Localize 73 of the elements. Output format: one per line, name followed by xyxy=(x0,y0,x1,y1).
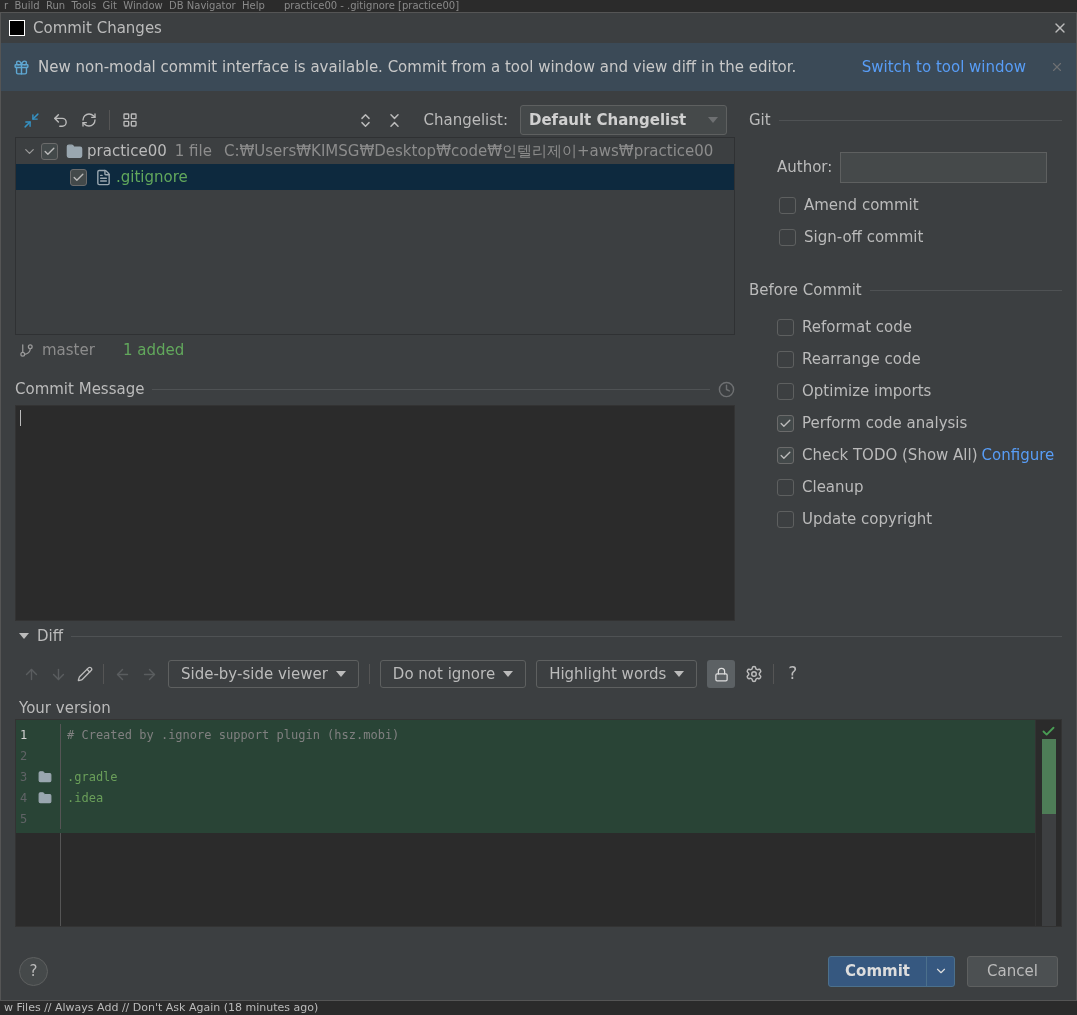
refresh-icon[interactable] xyxy=(81,112,97,128)
ignore-dropdown[interactable]: Do not ignore xyxy=(379,660,527,688)
window-title: Commit Changes xyxy=(33,17,162,39)
checkbox[interactable] xyxy=(41,142,58,160)
tree-item-label: .gitignore xyxy=(116,166,188,188)
folder-icon xyxy=(66,142,83,160)
lock-button[interactable] xyxy=(707,660,736,688)
section-title: Git xyxy=(749,109,771,131)
section-title: Commit Message xyxy=(15,378,145,400)
checkbox[interactable] xyxy=(777,414,794,432)
lock-icon xyxy=(713,666,729,682)
cancel-button[interactable]: Cancel xyxy=(967,955,1058,987)
checkbox[interactable] xyxy=(777,382,794,400)
checkbox[interactable] xyxy=(777,510,794,528)
checkbox[interactable] xyxy=(777,478,794,496)
code-line: .gradle xyxy=(66,768,118,786)
help-button[interactable]: ? xyxy=(784,661,802,687)
branch-icon xyxy=(19,342,34,358)
author-label: Author: xyxy=(777,156,833,178)
checkbox[interactable] xyxy=(779,228,796,246)
viewer-dropdown[interactable]: Side-by-side viewer xyxy=(168,660,359,688)
checkbox[interactable] xyxy=(779,196,796,214)
option-label[interactable]: Reformat code xyxy=(802,315,912,339)
option-label[interactable]: Cleanup xyxy=(802,475,864,499)
commit-button[interactable]: Commit xyxy=(828,955,955,987)
changelist-dropdown[interactable]: Default Changelist xyxy=(520,105,727,135)
highlight-dropdown[interactable]: Highlight words xyxy=(536,660,698,688)
author-input[interactable] xyxy=(840,151,1048,183)
checkbox[interactable] xyxy=(777,350,794,368)
tree-item-label: practice00 xyxy=(87,140,167,162)
option-label[interactable]: Sign-off commit xyxy=(804,225,924,249)
option-label[interactable]: Perform code analysis xyxy=(802,411,968,435)
collapse-triangle-icon[interactable] xyxy=(19,633,29,639)
option-label[interactable]: Amend commit xyxy=(804,193,919,217)
file-path: C:₩Users₩KIMSG₩Desktop₩code₩인텔리제이+aws₩practice00 xyxy=(223,140,714,162)
checkbox[interactable] xyxy=(777,318,794,336)
file-count: 1 file xyxy=(174,140,212,162)
move-icon[interactable] xyxy=(23,111,40,129)
commit-message-input[interactable] xyxy=(15,405,735,621)
background-status-text: w Files // Always Add // Don't Ask Again (18 minutes ago) xyxy=(3,1001,320,1015)
option-label[interactable]: Update copyright xyxy=(802,507,933,531)
section-title: Before Commit xyxy=(749,279,862,301)
option-label[interactable]: Optimize imports xyxy=(802,379,932,403)
help-button[interactable]: ? xyxy=(19,956,48,986)
changelist-label: Changelist: xyxy=(423,109,508,131)
section-title: Diff xyxy=(37,625,64,647)
code-line: # Created by .ignore support plugin (hsz.mobi) xyxy=(66,726,400,744)
change-summary: 1 added xyxy=(122,339,185,361)
branch-name: master xyxy=(42,339,95,361)
switch-link[interactable]: Switch to tool window xyxy=(861,55,1026,79)
rollback-icon[interactable] xyxy=(52,111,69,129)
checkbox[interactable] xyxy=(70,168,87,186)
banner-text: New non-modal commit interface is available. Commit from a tool window and view diff in the editor. xyxy=(38,56,797,78)
history-icon[interactable] xyxy=(718,380,735,398)
line-number: 1 xyxy=(19,726,29,744)
option-label[interactable]: Check TODO (Show All) xyxy=(802,443,978,467)
option-label[interactable]: Rearrange code xyxy=(802,347,921,371)
folder-icon xyxy=(38,790,52,805)
tree-row[interactable]: practice00 1 file C:₩Users₩KIMSG₩Desktop₩code₩인텔리제이+aws₩practice00 xyxy=(16,138,734,164)
code-line: .idea xyxy=(66,789,104,807)
checkbox[interactable] xyxy=(777,446,794,464)
gift-icon xyxy=(13,58,30,76)
settings-icon[interactable] xyxy=(745,665,764,683)
folder-icon xyxy=(38,769,52,784)
tree-row[interactable]: .gitignore xyxy=(16,164,734,190)
file-icon xyxy=(95,168,112,186)
background-menu-text: r Build Run Tools Git Window DB Navigator Help practice00 - .gitignore [practice00] xyxy=(3,0,461,12)
app-icon xyxy=(9,20,25,36)
edit-icon[interactable] xyxy=(77,666,93,682)
configure-link[interactable]: Configure xyxy=(981,443,1055,467)
group-icon[interactable] xyxy=(122,112,138,128)
check-icon xyxy=(1041,724,1056,739)
version-label: Your version xyxy=(18,698,112,719)
